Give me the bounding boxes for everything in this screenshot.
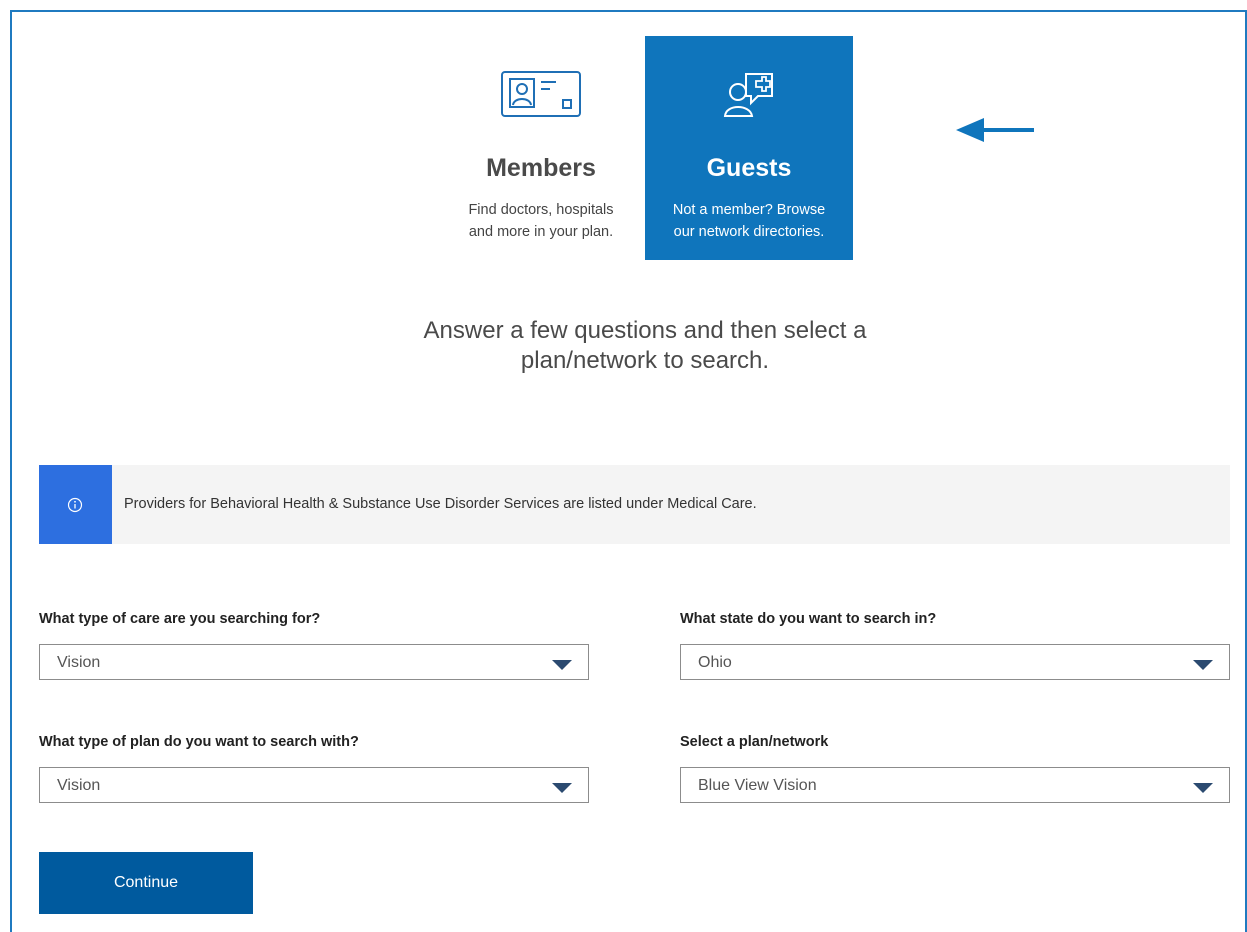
- tab-members-title: Members: [486, 154, 596, 182]
- member-id-card-icon: [501, 71, 581, 117]
- continue-button[interactable]: Continue: [39, 852, 253, 914]
- care-type-select[interactable]: Vision: [39, 644, 589, 680]
- plan-type-label: What type of plan do you want to search …: [39, 734, 359, 750]
- tab-members-desc-line1: Find doctors, hospitals: [468, 202, 614, 218]
- tab-guests-description: Not a member? Browse our network directo…: [655, 199, 843, 243]
- chevron-down-icon: [552, 660, 572, 670]
- tab-guests-desc-line2: our network directories.: [673, 224, 825, 240]
- info-banner-text: Providers for Behavioral Health & Substa…: [124, 496, 757, 512]
- tab-guests[interactable]: Guests Not a member? Browse our network …: [645, 36, 853, 260]
- tab-guests-desc-line1: Not a member? Browse: [672, 202, 826, 218]
- state-value: Ohio: [698, 654, 732, 671]
- chevron-down-icon: [1193, 660, 1213, 670]
- info-icon: [67, 497, 83, 513]
- info-banner-icon-box: [39, 465, 112, 544]
- headline-line2: plan/network to search.: [520, 347, 770, 374]
- chevron-down-icon: [1193, 783, 1213, 793]
- plan-network-select[interactable]: Blue View Vision: [680, 767, 1230, 803]
- arrow-left-icon: [956, 118, 1034, 142]
- page-headline: Answer a few questions and then select a…: [360, 316, 930, 376]
- care-type-label: What type of care are you searching for?: [39, 611, 321, 627]
- state-select[interactable]: Ohio: [680, 644, 1230, 680]
- plan-type-value: Vision: [57, 777, 101, 794]
- plan-network-value: Blue View Vision: [698, 777, 817, 794]
- tab-members-desc-line2: and more in your plan.: [468, 224, 614, 240]
- tab-members[interactable]: Members Find doctors, hospitals and more…: [437, 36, 645, 260]
- tab-guests-title: Guests: [706, 154, 792, 182]
- info-banner: Providers for Behavioral Health & Substa…: [39, 465, 1230, 544]
- chevron-down-icon: [552, 783, 572, 793]
- plan-type-select[interactable]: Vision: [39, 767, 589, 803]
- state-label: What state do you want to search in?: [680, 611, 937, 627]
- plan-network-label: Select a plan/network: [680, 734, 829, 750]
- guest-medical-chat-icon: [723, 73, 773, 117]
- care-type-value: Vision: [57, 654, 101, 671]
- headline-line1: Answer a few questions and then select a: [423, 317, 867, 344]
- tab-members-description: Find doctors, hospitals and more in your…: [447, 199, 635, 243]
